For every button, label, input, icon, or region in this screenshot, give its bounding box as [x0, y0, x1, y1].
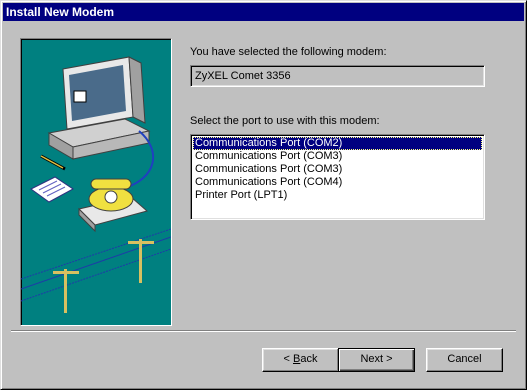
modem-illustration-art: [21, 56, 171, 313]
back-button-prefix: <: [283, 353, 293, 365]
port-option-com3-b[interactable]: Communications Port (COM3): [193, 163, 482, 176]
port-listbox[interactable]: Communications Port (COM2) Communication…: [190, 134, 485, 220]
selected-modem-field: ZyXEL Comet 3356: [190, 65, 485, 87]
title-bar: Install New Modem: [3, 3, 524, 21]
modem-illustration: [20, 38, 172, 326]
computer-icon: [47, 56, 151, 160]
port-option-com3[interactable]: Communications Port (COM3): [193, 150, 482, 163]
back-button-rest: ack: [300, 353, 318, 365]
port-option-com4[interactable]: Communications Port (COM4): [193, 176, 482, 189]
cancel-button[interactable]: Cancel: [426, 348, 503, 372]
install-modem-dialog: Install New Modem You have selected the …: [0, 0, 527, 390]
port-option-lpt1[interactable]: Printer Port (LPT1): [193, 189, 482, 202]
button-separator: [11, 330, 516, 332]
port-select-label: Select the port to use with this modem:: [190, 115, 380, 127]
telephone-icon: [78, 178, 149, 233]
pencil-icon: [40, 154, 66, 171]
notepad-icon: [30, 176, 74, 203]
window-title: Install New Modem: [6, 5, 115, 19]
back-button[interactable]: < Back: [262, 348, 339, 372]
phone-line-icon: [21, 228, 171, 313]
port-option-com2[interactable]: Communications Port (COM2): [193, 137, 482, 150]
selected-modem-label: You have selected the following modem:: [190, 46, 387, 58]
next-button[interactable]: Next >: [338, 348, 415, 372]
